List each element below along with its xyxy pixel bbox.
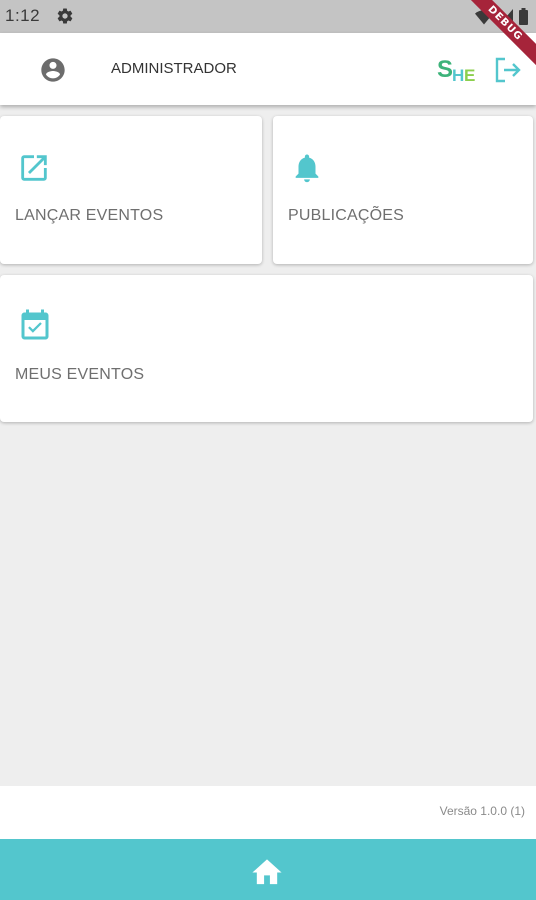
user-name: ADMINISTRADOR — [111, 60, 237, 77]
card-meus-eventos[interactable]: MEUS EVENTOS — [0, 275, 533, 422]
status-time: 1:12 — [5, 6, 41, 25]
card-label: MEUS EVENTOS — [15, 366, 145, 383]
debug-banner-label: DEBUG — [453, 0, 536, 75]
bell-icon — [290, 151, 324, 190]
settings-gear-icon — [56, 7, 74, 30]
account-circle-icon[interactable] — [39, 56, 67, 89]
card-label: LANÇAR EVENTOS — [15, 207, 164, 224]
launch-icon — [17, 151, 51, 190]
card-lancar-eventos[interactable]: LANÇAR EVENTOS — [0, 116, 262, 264]
bottom-nav — [0, 839, 536, 900]
card-label: PUBLICAÇÕES — [288, 207, 405, 224]
home-icon[interactable] — [249, 855, 285, 892]
card-publicacoes[interactable]: PUBLICAÇÕES — [273, 116, 533, 264]
version-text: Versão 1.0.0 (1) — [439, 804, 525, 818]
calendar-check-icon — [17, 308, 53, 349]
version-footer: Versão 1.0.0 (1) — [0, 786, 536, 839]
debug-banner: DEBUG — [446, 0, 536, 90]
